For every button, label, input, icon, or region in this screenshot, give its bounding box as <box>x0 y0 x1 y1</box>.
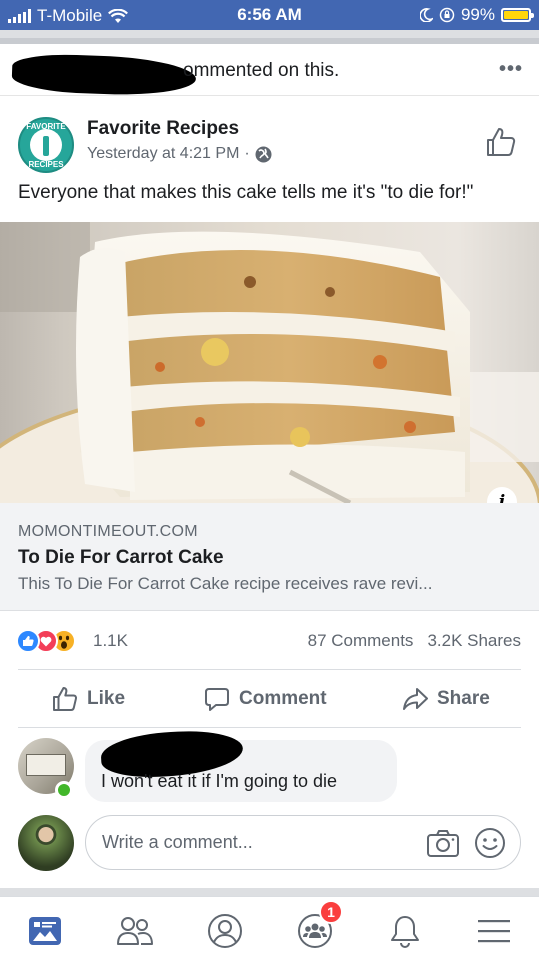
groups-notification-badge: 1 <box>319 900 343 924</box>
comments-count[interactable]: 87 Comments <box>308 631 414 651</box>
thumbs-up-icon[interactable] <box>485 126 517 158</box>
feed-separator <box>0 888 539 896</box>
avatar-photo-detail <box>26 754 66 776</box>
post-photo[interactable]: i <box>0 222 539 503</box>
camera-icon[interactable] <box>426 828 460 858</box>
comment-text: I won't eat it if I'm going to die <box>101 771 337 791</box>
meta-separator: · <box>244 145 250 162</box>
shares-count[interactable]: 3.2K Shares <box>427 631 521 651</box>
activity-line: ommented on this. ••• <box>0 44 539 98</box>
action-bar: Like Comment Share <box>0 678 539 722</box>
comment-placeholder: Write a comment... <box>102 832 253 852</box>
link-preview[interactable]: MOMONTIMEOUT.COM To Die For Carrot Cake … <box>0 503 539 611</box>
reaction-icons[interactable] <box>16 629 76 653</box>
profile-icon[interactable] <box>205 911 245 951</box>
reaction-count[interactable]: 1.1K <box>93 631 128 651</box>
like-button[interactable]: Like <box>52 686 125 712</box>
redaction-mark <box>11 52 197 98</box>
post-header: FAVORITE RECIPES Favorite Recipes Yester… <box>0 110 539 174</box>
share-icon <box>403 688 428 710</box>
status-bar: T-Mobile 6:56 AM 99% <box>0 0 539 30</box>
link-description: This To Die For Carrot Cake recipe recei… <box>18 574 433 593</box>
online-status-icon <box>55 781 73 799</box>
share-label: Share <box>437 688 490 709</box>
emoji-icon[interactable] <box>474 827 506 859</box>
moon-icon <box>419 8 433 22</box>
my-avatar[interactable] <box>18 815 74 871</box>
more-dots-icon[interactable]: ••• <box>499 58 523 81</box>
friends-icon[interactable] <box>115 911 155 951</box>
comment-label: Comment <box>239 688 327 709</box>
post-timestamp[interactable]: Yesterday at 4:21 PM <box>87 145 239 163</box>
battery-percent: 99% <box>460 5 495 24</box>
divider <box>18 669 521 670</box>
post-stats: 87 Comments 3.2K Shares <box>308 631 521 651</box>
tab-bar <box>0 896 539 960</box>
share-button[interactable]: Share <box>402 686 490 712</box>
like-label: Like <box>87 688 126 709</box>
activity-text: ommented on this. <box>183 60 340 81</box>
post-meta: Yesterday at 4:21 PM · <box>87 145 272 163</box>
news-feed-icon[interactable] <box>25 911 65 951</box>
like-icon <box>53 687 77 711</box>
carrot-cake-photo <box>0 222 539 503</box>
menu-icon[interactable] <box>474 911 514 951</box>
avatar-text-bottom: RECIPES <box>28 160 64 169</box>
link-title[interactable]: To Die For Carrot Cake <box>18 547 224 569</box>
link-domain: MOMONTIMEOUT.COM <box>18 523 198 540</box>
divider <box>18 727 521 728</box>
page-avatar[interactable]: FAVORITE RECIPES <box>18 117 74 173</box>
comment-icon <box>205 688 229 711</box>
page-name-link[interactable]: Favorite Recipes <box>87 118 239 140</box>
comment-button[interactable]: Comment <box>204 686 327 712</box>
comment-input[interactable]: Write a comment... <box>85 815 521 870</box>
orientation-lock-icon <box>439 7 455 23</box>
fork-icon <box>43 136 49 156</box>
post-message: Everyone that makes this cake tells me i… <box>18 182 474 203</box>
notifications-icon[interactable] <box>385 911 425 951</box>
globe-icon <box>255 146 272 162</box>
like-reaction-icon <box>16 629 40 653</box>
reactions-summary: 1.1K 87 Comments 3.2K Shares <box>0 625 539 659</box>
battery-icon <box>501 8 534 22</box>
status-right: 99% <box>419 5 534 25</box>
